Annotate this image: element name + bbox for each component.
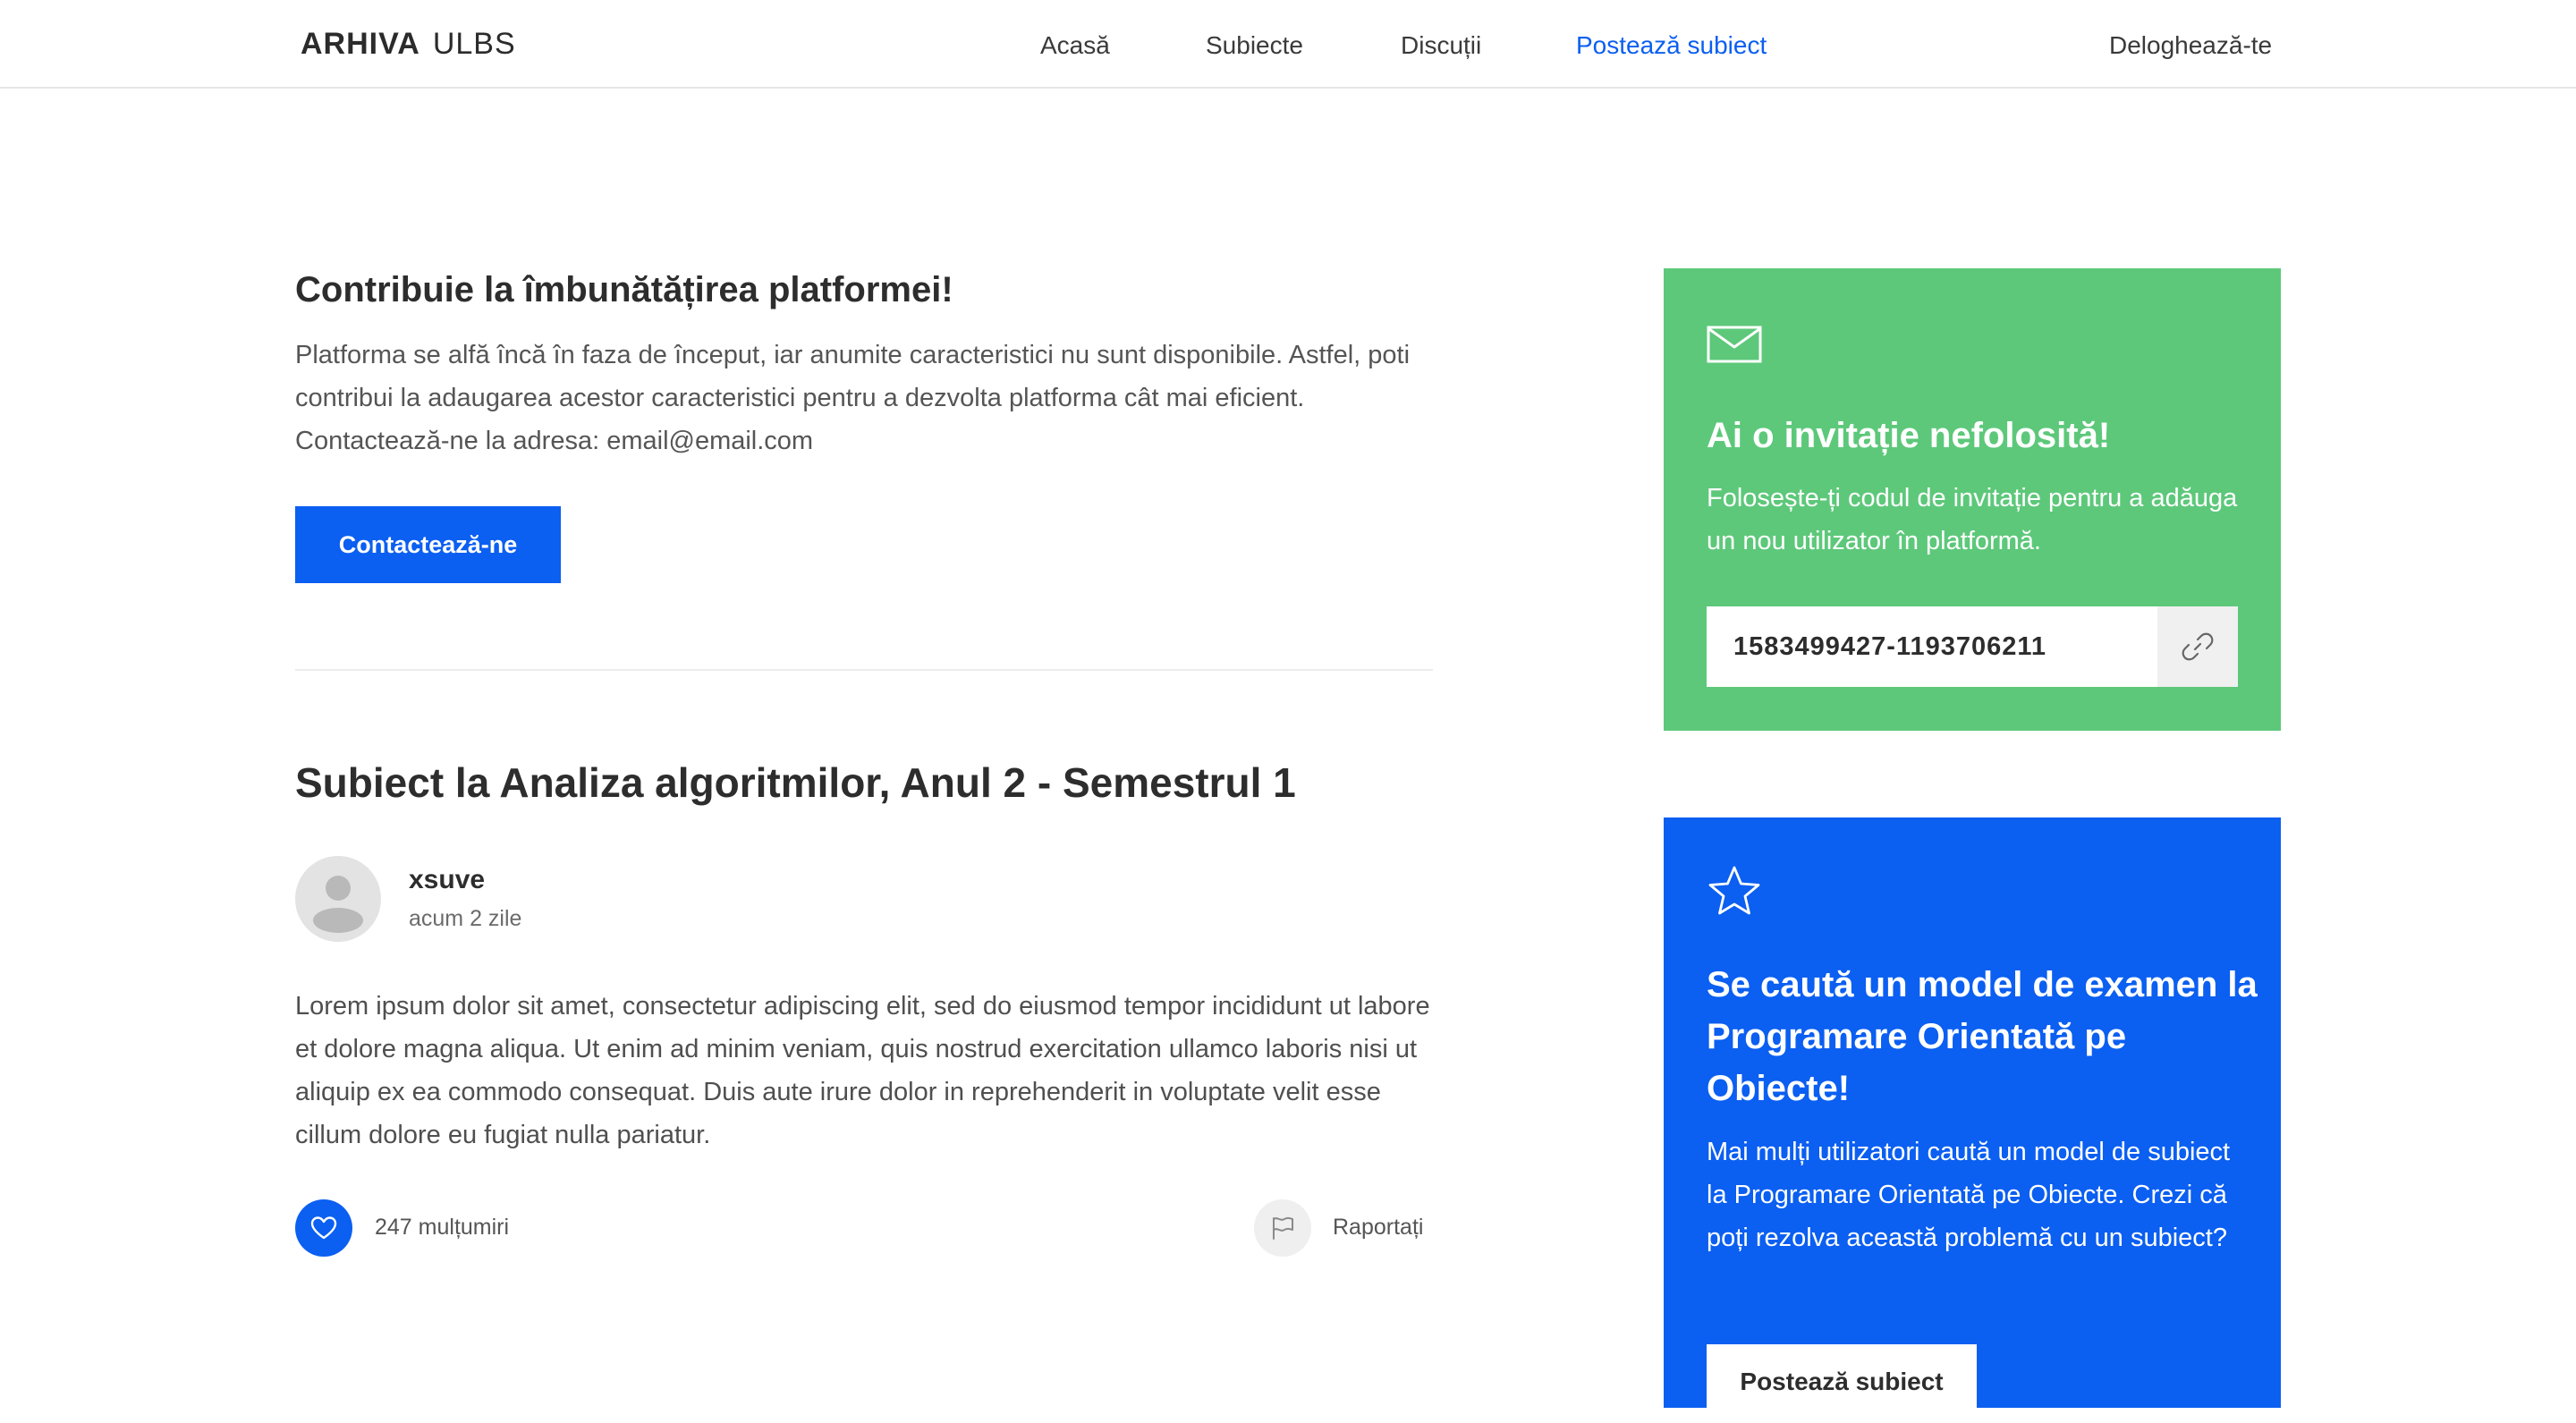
- flag-icon: [1273, 1216, 1293, 1240]
- like-button[interactable]: [295, 1199, 352, 1257]
- invite-code-field[interactable]: [1707, 606, 2157, 687]
- brand-strong: ARHIVA: [301, 27, 420, 61]
- post-time: acum 2 zile: [409, 906, 522, 931]
- invite-card-text: Folosește-ți codul de invitație pentru a…: [1707, 484, 2238, 555]
- invite-code-box: [1707, 606, 2238, 687]
- invite-card: Ai o invitație nefolosită! Folosește-ți …: [1664, 268, 2281, 731]
- post-author[interactable]: xsuve: [409, 865, 485, 895]
- contribute-title: Contribuie la îmbunătățirea platformei!: [295, 270, 953, 309]
- envelope-icon: [1707, 326, 1762, 363]
- report-button[interactable]: [1254, 1199, 1311, 1257]
- contribute-text: Platforma se alfă încă în faza de începu…: [295, 341, 1411, 455]
- post-subject-button[interactable]: Postează subiect: [1707, 1344, 1977, 1423]
- copy-link-button[interactable]: [2157, 606, 2238, 687]
- like-count: 247 mulțumiri: [375, 1215, 510, 1240]
- request-card-title: Se caută un model de examen la Programar…: [1707, 965, 2258, 1108]
- nav-logout[interactable]: Deloghează-te: [2109, 31, 2272, 60]
- post-body: Lorem ipsum dolor sit amet, consectetur …: [295, 992, 1430, 1149]
- avatar[interactable]: [295, 856, 381, 942]
- nav-home[interactable]: Acasă: [1040, 31, 1110, 60]
- brand-logo[interactable]: ARHIVA ULBS: [301, 27, 516, 66]
- invite-card-title: Ai o invitație nefolosită!: [1707, 416, 2111, 455]
- user-placeholder-icon: [313, 876, 363, 933]
- star-icon: [1708, 866, 1760, 915]
- heart-icon: [310, 1216, 337, 1240]
- contact-button[interactable]: Contactează-ne: [295, 506, 561, 583]
- post-title: Subiect la Analiza algoritmilor, Anul 2 …: [295, 759, 1296, 806]
- report-label[interactable]: Raportați: [1333, 1215, 1423, 1241]
- request-card-text: Mai mulți utilizatori caută un model de …: [1707, 1138, 2231, 1252]
- nav-discussions[interactable]: Discuții: [1401, 31, 1481, 60]
- nav-post-subject[interactable]: Postează subiect: [1576, 31, 1767, 60]
- request-card: Se caută un model de examen la Programar…: [1664, 817, 2281, 1423]
- brand-light: ULBS: [432, 27, 516, 61]
- nav-subjects[interactable]: Subiecte: [1206, 31, 1303, 60]
- top-navbar: ARHIVA ULBS Acasă Subiecte Discuții Post…: [0, 0, 2576, 89]
- link-icon: [2182, 632, 2214, 661]
- section-divider: [295, 669, 1433, 671]
